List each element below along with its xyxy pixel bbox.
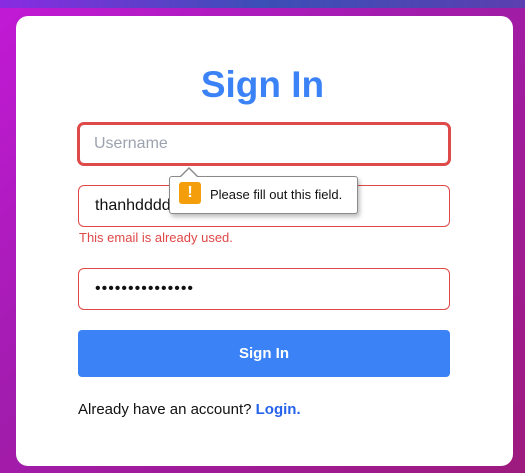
tooltip-message: Please fill out this field. [210,187,343,202]
footer-text: Already have an account? [78,401,252,418]
username-input[interactable] [77,122,451,166]
window-gradient-edge [0,0,525,8]
sign-in-button[interactable]: Sign In [78,330,450,377]
tooltip-arrow-fill [180,169,198,178]
signup-footer: Already have an account? Login. [78,400,301,420]
email-error-message: This email is already used. [79,230,233,245]
page-title: Sign In [200,64,325,105]
password-input[interactable] [78,268,450,310]
login-link[interactable]: Login. [256,401,301,418]
warning-icon: ! [179,182,201,204]
